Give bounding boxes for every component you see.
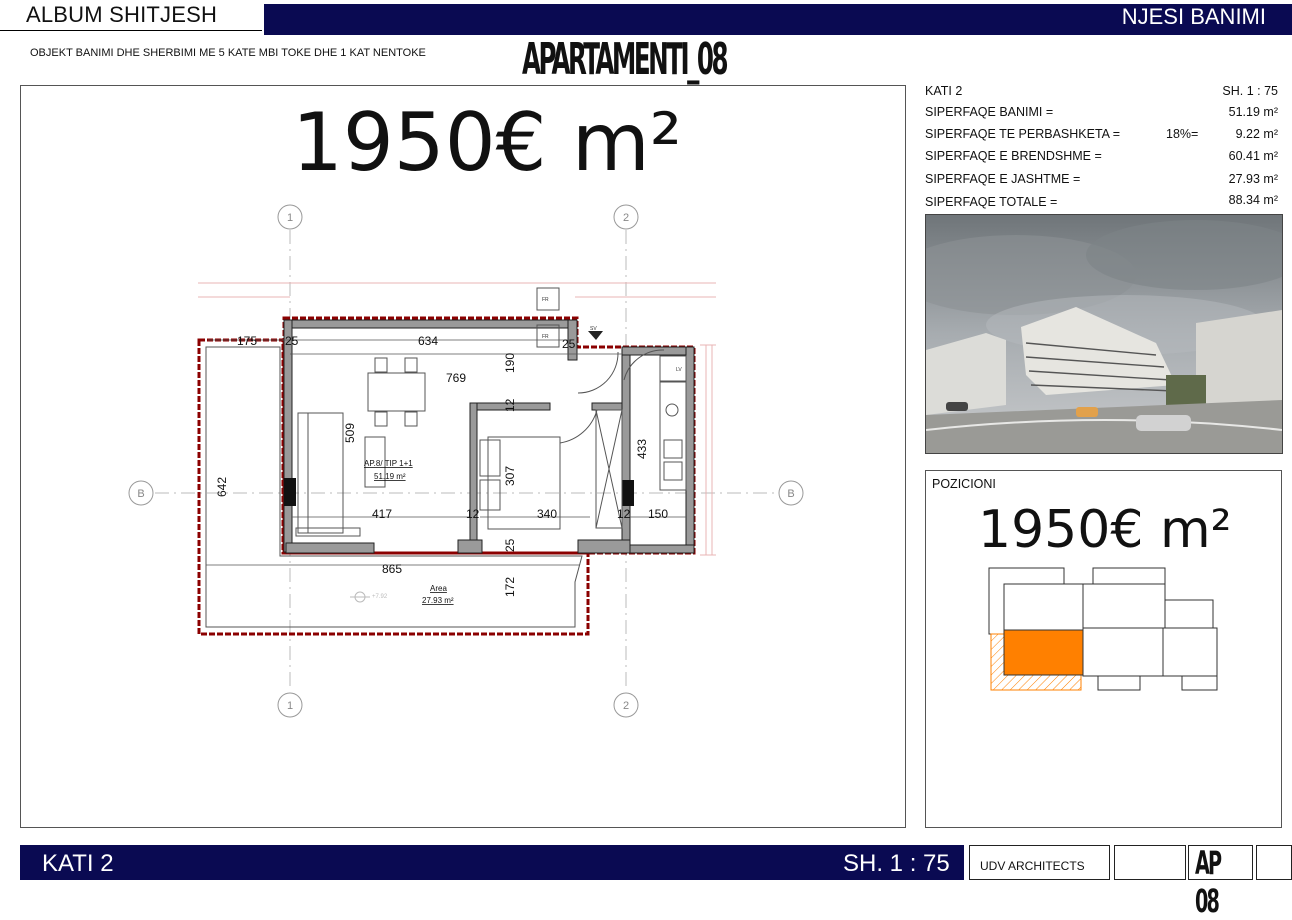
dim-417: 417 (372, 507, 392, 521)
architect-name: UDV ARCHITECTS (980, 859, 1085, 873)
lv-label: LV (676, 367, 682, 373)
level-label: +7.92 (372, 594, 388, 600)
floor-plan-drawing: 1 2 1 2 B B FR FR SV LV 175 25 634 25 76… (128, 204, 804, 718)
position-price: 1950€ m² (978, 500, 1232, 560)
dim-340: 340 (537, 507, 557, 521)
grid-label-2-bottom: 2 (623, 700, 629, 712)
grid-lines (155, 230, 778, 690)
position-label: POZICIONI (932, 477, 996, 491)
dim-769: 769 (446, 371, 466, 385)
dim-190: 190 (503, 353, 517, 373)
apartment-tag-area: 51.19 m² (374, 472, 406, 481)
dim-634: 634 (418, 334, 438, 348)
info-row-label: SIPERFAQE BANIMI = (925, 105, 1054, 119)
dim-12-b: 12 (617, 507, 631, 521)
terrace-label: Area (430, 584, 447, 593)
building-render-image (925, 214, 1283, 454)
info-row-label: SIPERFAQE E JASHTME = (925, 172, 1081, 186)
footer-scale: SH. 1 : 75 (843, 850, 950, 877)
info-row-label: SIPERFAQE E BRENDSHME = (925, 149, 1102, 163)
architect-cell: UDV ARCHITECTS (969, 845, 1110, 880)
dim-509: 509 (343, 423, 357, 443)
terrace (197, 338, 590, 636)
dim-25-b: 25 (562, 337, 576, 351)
info-row-value: 9.22 m² (1235, 127, 1278, 141)
dim-433: 433 (635, 439, 649, 459)
section-title: NJESI BANIMI (1121, 4, 1266, 29)
terrace-area: 27.93 m² (422, 596, 454, 605)
dim-172: 172 (503, 577, 517, 597)
grid-label-1-top: 1 (287, 212, 293, 224)
dim-25-c: 25 (503, 538, 517, 552)
info-floor: KATI 2 (925, 84, 963, 98)
grid-label-b-left: B (137, 488, 144, 500)
columns (284, 478, 634, 506)
grid-label-1-bottom: 1 (287, 700, 293, 712)
level-marker: +7.92 (350, 591, 388, 603)
info-row-value: 60.41 m² (1228, 149, 1278, 163)
footer-bar (20, 845, 964, 880)
dim-865: 865 (382, 562, 402, 576)
dim-307: 307 (503, 466, 517, 486)
footer-blank-cell (1114, 845, 1186, 880)
dim-150: 150 (648, 507, 668, 521)
fridge-label: FR (542, 334, 549, 340)
dim-12-c: 12 (503, 398, 517, 412)
footer-floor: KATI 2 (42, 850, 114, 877)
info-row-value: 51.19 m² (1228, 105, 1278, 119)
riser-arrow (588, 331, 603, 340)
dim-175: 175 (237, 334, 257, 348)
info-row-value: 27.93 m² (1228, 172, 1278, 186)
info-row-label: SIPERFAQE TE PERBASHKETA = (925, 127, 1121, 141)
info-row-value: 88.34 m² (1228, 193, 1278, 207)
dim-642: 642 (215, 477, 229, 497)
grid-label-2-top: 2 (623, 212, 629, 224)
dim-25-a: 25 (285, 334, 299, 348)
key-plan (988, 567, 1218, 691)
sheet-code: AP 08 (1195, 844, 1222, 920)
sheet-code-cell: AP 08 (1188, 844, 1253, 920)
apartment-tag: AP.8/ TIP 1+1 (364, 459, 413, 468)
info-row-extra: 18%= (1166, 127, 1199, 141)
dim-12-a: 12 (466, 507, 480, 521)
info-row-label: SIPERFAQE TOTALE = (925, 195, 1058, 209)
info-scale: SH. 1 : 75 (1222, 84, 1278, 98)
footer-blank-cell-2 (1256, 845, 1292, 880)
grid-bubbles (128, 204, 804, 718)
grid-label-b-right: B (787, 488, 794, 500)
fridge-label-neighbour: FR (542, 297, 549, 303)
